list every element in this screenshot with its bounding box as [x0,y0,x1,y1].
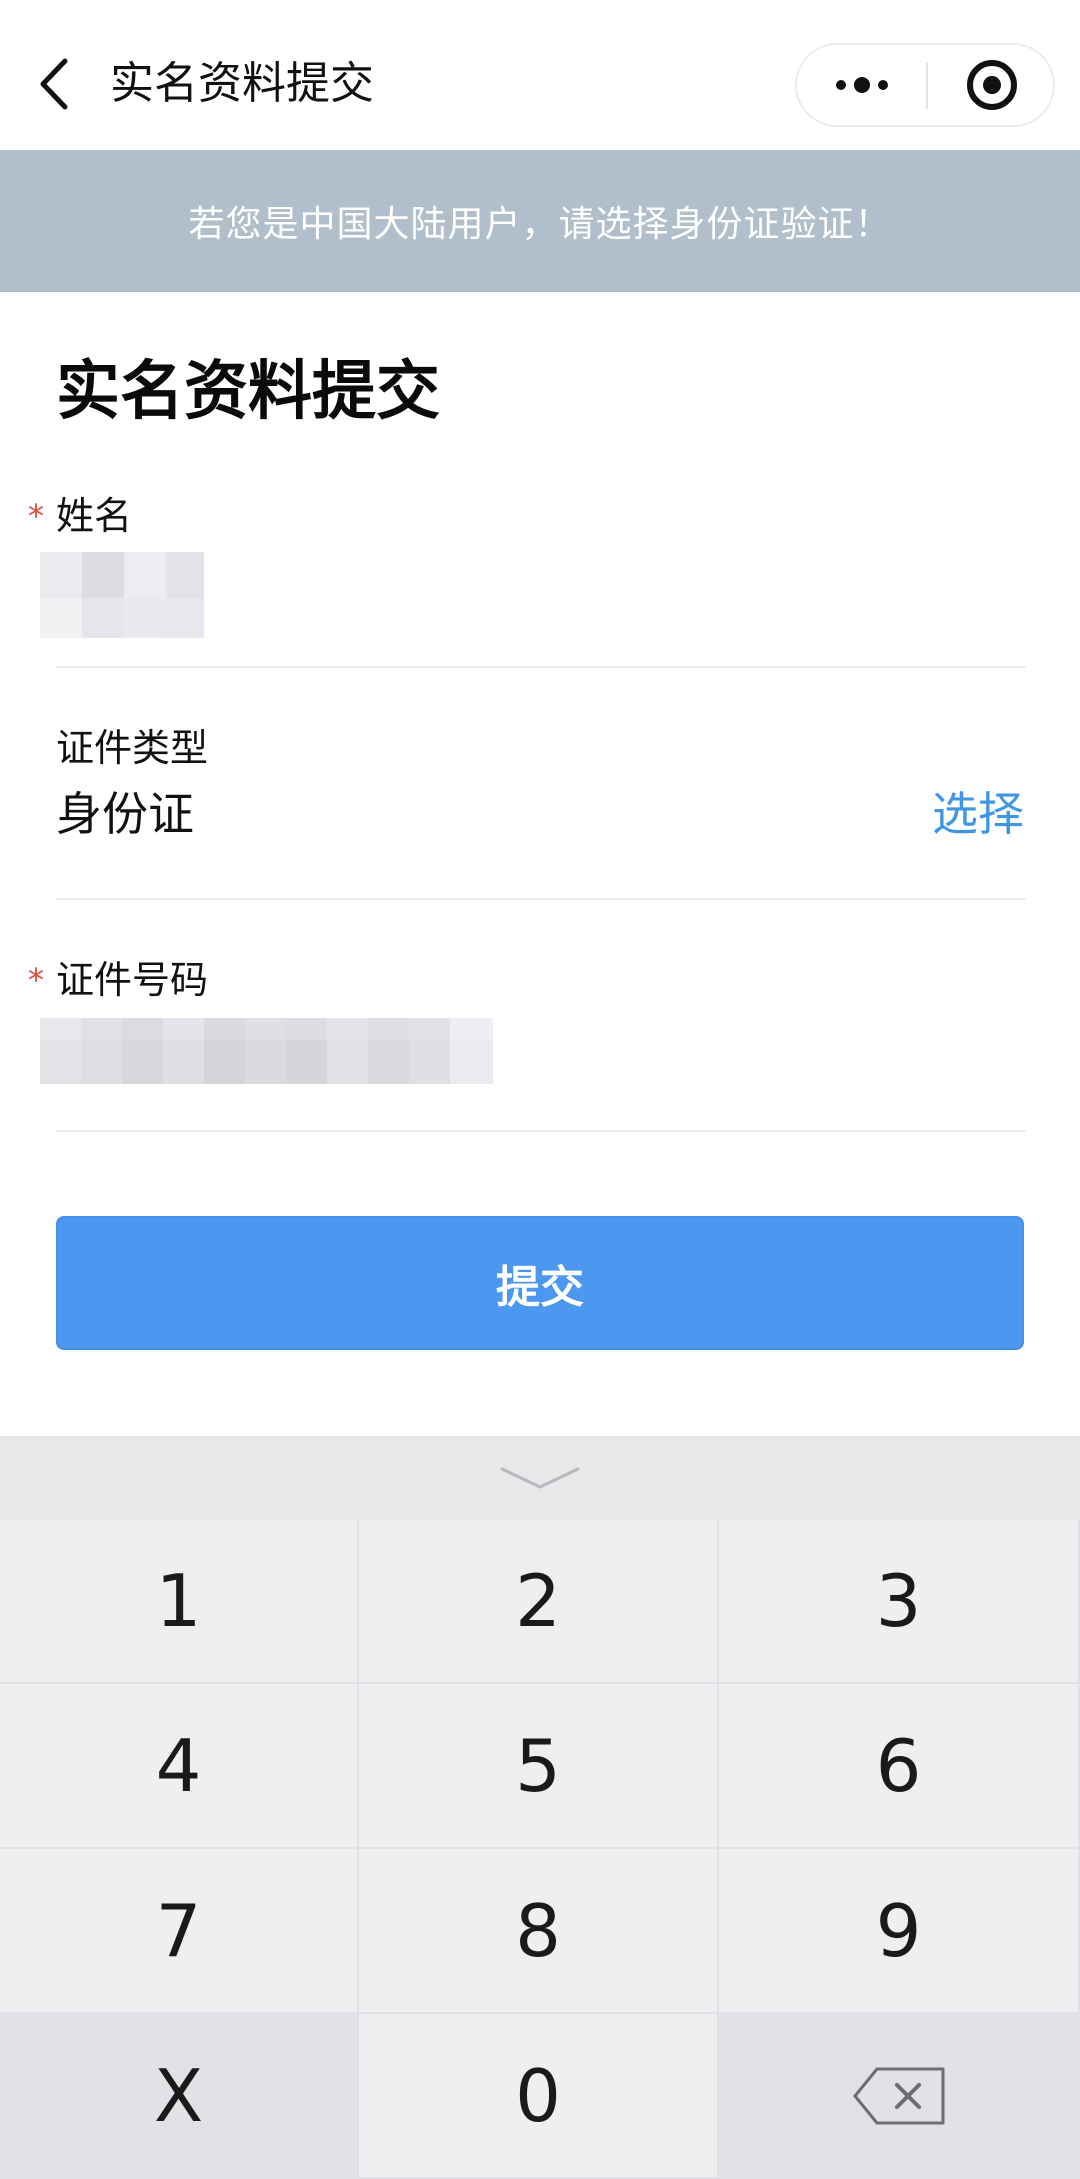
divider [56,666,1026,668]
back-button[interactable] [28,52,80,116]
divider [56,898,1026,900]
more-dots-icon [836,77,888,93]
key-7[interactable]: 7 [0,1849,359,2014]
keyboard-collapse-button[interactable] [0,1436,1080,1520]
select-id-type-link[interactable]: 选择 [932,784,1024,844]
key-8[interactable]: 8 [359,1849,719,2014]
id-number-label: 证件号码 [56,958,209,1002]
submit-button[interactable]: 提交 [56,1216,1024,1350]
name-field[interactable]: * 姓名 [0,492,1080,672]
divider [56,1130,1026,1132]
target-circle-icon [966,60,1017,110]
key-4[interactable]: 4 [0,1684,359,1849]
navigation-bar: 实名资料提交 [0,0,1080,150]
id-type-value: 身份证 [56,787,194,841]
more-button[interactable] [797,45,927,125]
id-number-input-redacted[interactable] [40,1018,493,1084]
chevron-down-icon [500,1467,580,1489]
key-2[interactable]: 2 [359,1520,719,1684]
name-input-redacted[interactable] [40,552,204,638]
key-3[interactable]: 3 [719,1520,1080,1684]
notice-banner: 若您是中国大陆用户，请选择身份证验证！ [0,150,1080,292]
mini-program-capsule [795,43,1055,127]
required-mark: * [28,497,44,535]
required-mark: * [28,961,44,999]
key-1[interactable]: 1 [0,1520,359,1684]
id-type-field[interactable]: 证件类型 身份证 选择 [0,724,1080,904]
key-x[interactable]: X [0,2014,359,2179]
backspace-icon [853,2067,944,2124]
close-mini-program-button[interactable] [928,45,1055,125]
page-heading: 实名资料提交 [56,355,440,429]
id-type-label: 证件类型 [56,726,209,770]
key-0[interactable]: 0 [359,2014,719,2179]
name-label: 姓名 [56,494,133,538]
backspace-key[interactable] [719,2014,1080,2179]
id-number-field[interactable]: * 证件号码 [0,956,1080,1136]
key-5[interactable]: 5 [359,1684,719,1849]
key-6[interactable]: 6 [719,1684,1080,1849]
keypad-grid: 1 2 3 4 5 6 7 8 9 X 0 [0,1520,1080,2179]
key-9[interactable]: 9 [719,1849,1080,2014]
nav-title: 实名资料提交 [110,58,374,109]
numeric-keyboard: 1 2 3 4 5 6 7 8 9 X 0 [0,1436,1080,2179]
notice-text: 若您是中国大陆用户，请选择身份证验证！ [188,204,892,245]
chevron-left-icon [40,58,68,110]
